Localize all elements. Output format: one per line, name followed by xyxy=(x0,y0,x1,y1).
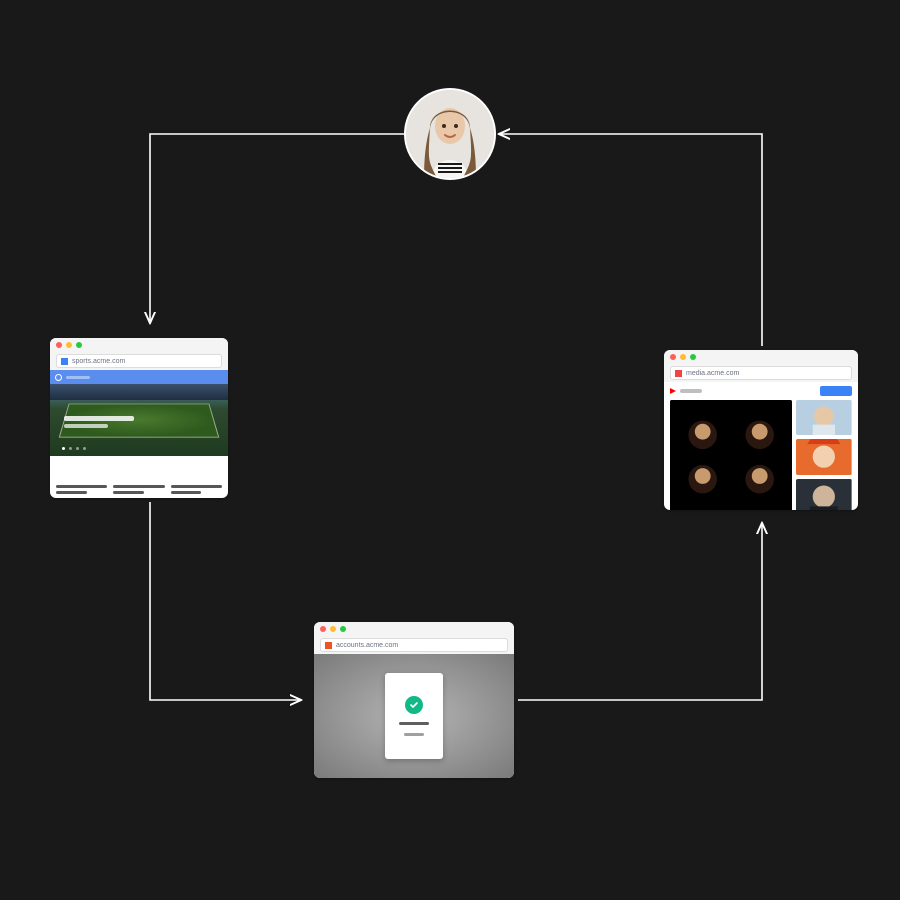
url-text: accounts.acme.com xyxy=(336,642,398,649)
url-bar: media.acme.com xyxy=(664,364,858,382)
window-min-dot xyxy=(330,626,336,632)
video-thumbnail xyxy=(796,479,852,510)
window-titlebar xyxy=(50,338,228,352)
url-bar: sports.acme.com xyxy=(50,352,228,370)
url-field: media.acme.com xyxy=(670,366,852,380)
sso-flow-diagram: sports.acme.com xyxy=(0,0,900,900)
favicon xyxy=(325,642,332,649)
primary-button xyxy=(820,386,852,396)
window-min-dot xyxy=(66,342,72,348)
carousel-dots xyxy=(62,447,86,450)
favicon xyxy=(675,370,682,377)
window-close-dot xyxy=(320,626,326,632)
sports-hero xyxy=(50,370,228,456)
window-min-dot xyxy=(680,354,686,360)
window-max-dot xyxy=(76,342,82,348)
stadium-stands xyxy=(50,384,228,400)
sports-card xyxy=(56,464,107,498)
favicon xyxy=(61,358,68,365)
search-placeholder xyxy=(680,389,702,393)
video-thumbnail xyxy=(796,400,852,435)
url-text: media.acme.com xyxy=(686,370,739,377)
browser-window-media: media.acme.com xyxy=(664,350,858,510)
check-icon xyxy=(405,696,423,714)
brand-icon xyxy=(55,374,62,381)
login-success-card xyxy=(385,673,443,759)
url-field: accounts.acme.com xyxy=(320,638,508,652)
media-thumbnails xyxy=(796,400,852,510)
hero-title-placeholder xyxy=(64,416,134,421)
text-placeholder xyxy=(399,722,429,725)
window-max-dot xyxy=(690,354,696,360)
sports-card xyxy=(171,464,222,498)
window-max-dot xyxy=(340,626,346,632)
url-bar: accounts.acme.com xyxy=(314,636,514,654)
hero-subtitle-placeholder xyxy=(64,424,108,428)
sports-brandbar xyxy=(50,370,228,384)
window-close-dot xyxy=(670,354,676,360)
window-titlebar xyxy=(314,622,514,636)
browser-window-sports: sports.acme.com xyxy=(50,338,228,498)
video-player-main xyxy=(670,400,792,510)
media-topbar xyxy=(670,386,852,396)
brand-text-placeholder xyxy=(66,376,90,379)
user-avatar xyxy=(406,90,494,178)
sports-card xyxy=(113,464,164,498)
media-body xyxy=(664,382,858,510)
accounts-body xyxy=(314,654,514,778)
sports-cards-row xyxy=(50,456,228,498)
play-icon xyxy=(670,388,676,394)
url-text: sports.acme.com xyxy=(72,358,125,365)
window-close-dot xyxy=(56,342,62,348)
window-titlebar xyxy=(664,350,858,364)
browser-window-accounts: accounts.acme.com xyxy=(314,622,514,778)
url-field: sports.acme.com xyxy=(56,354,222,368)
video-thumbnail xyxy=(796,439,852,474)
text-placeholder xyxy=(404,733,424,736)
media-grid xyxy=(670,400,852,510)
